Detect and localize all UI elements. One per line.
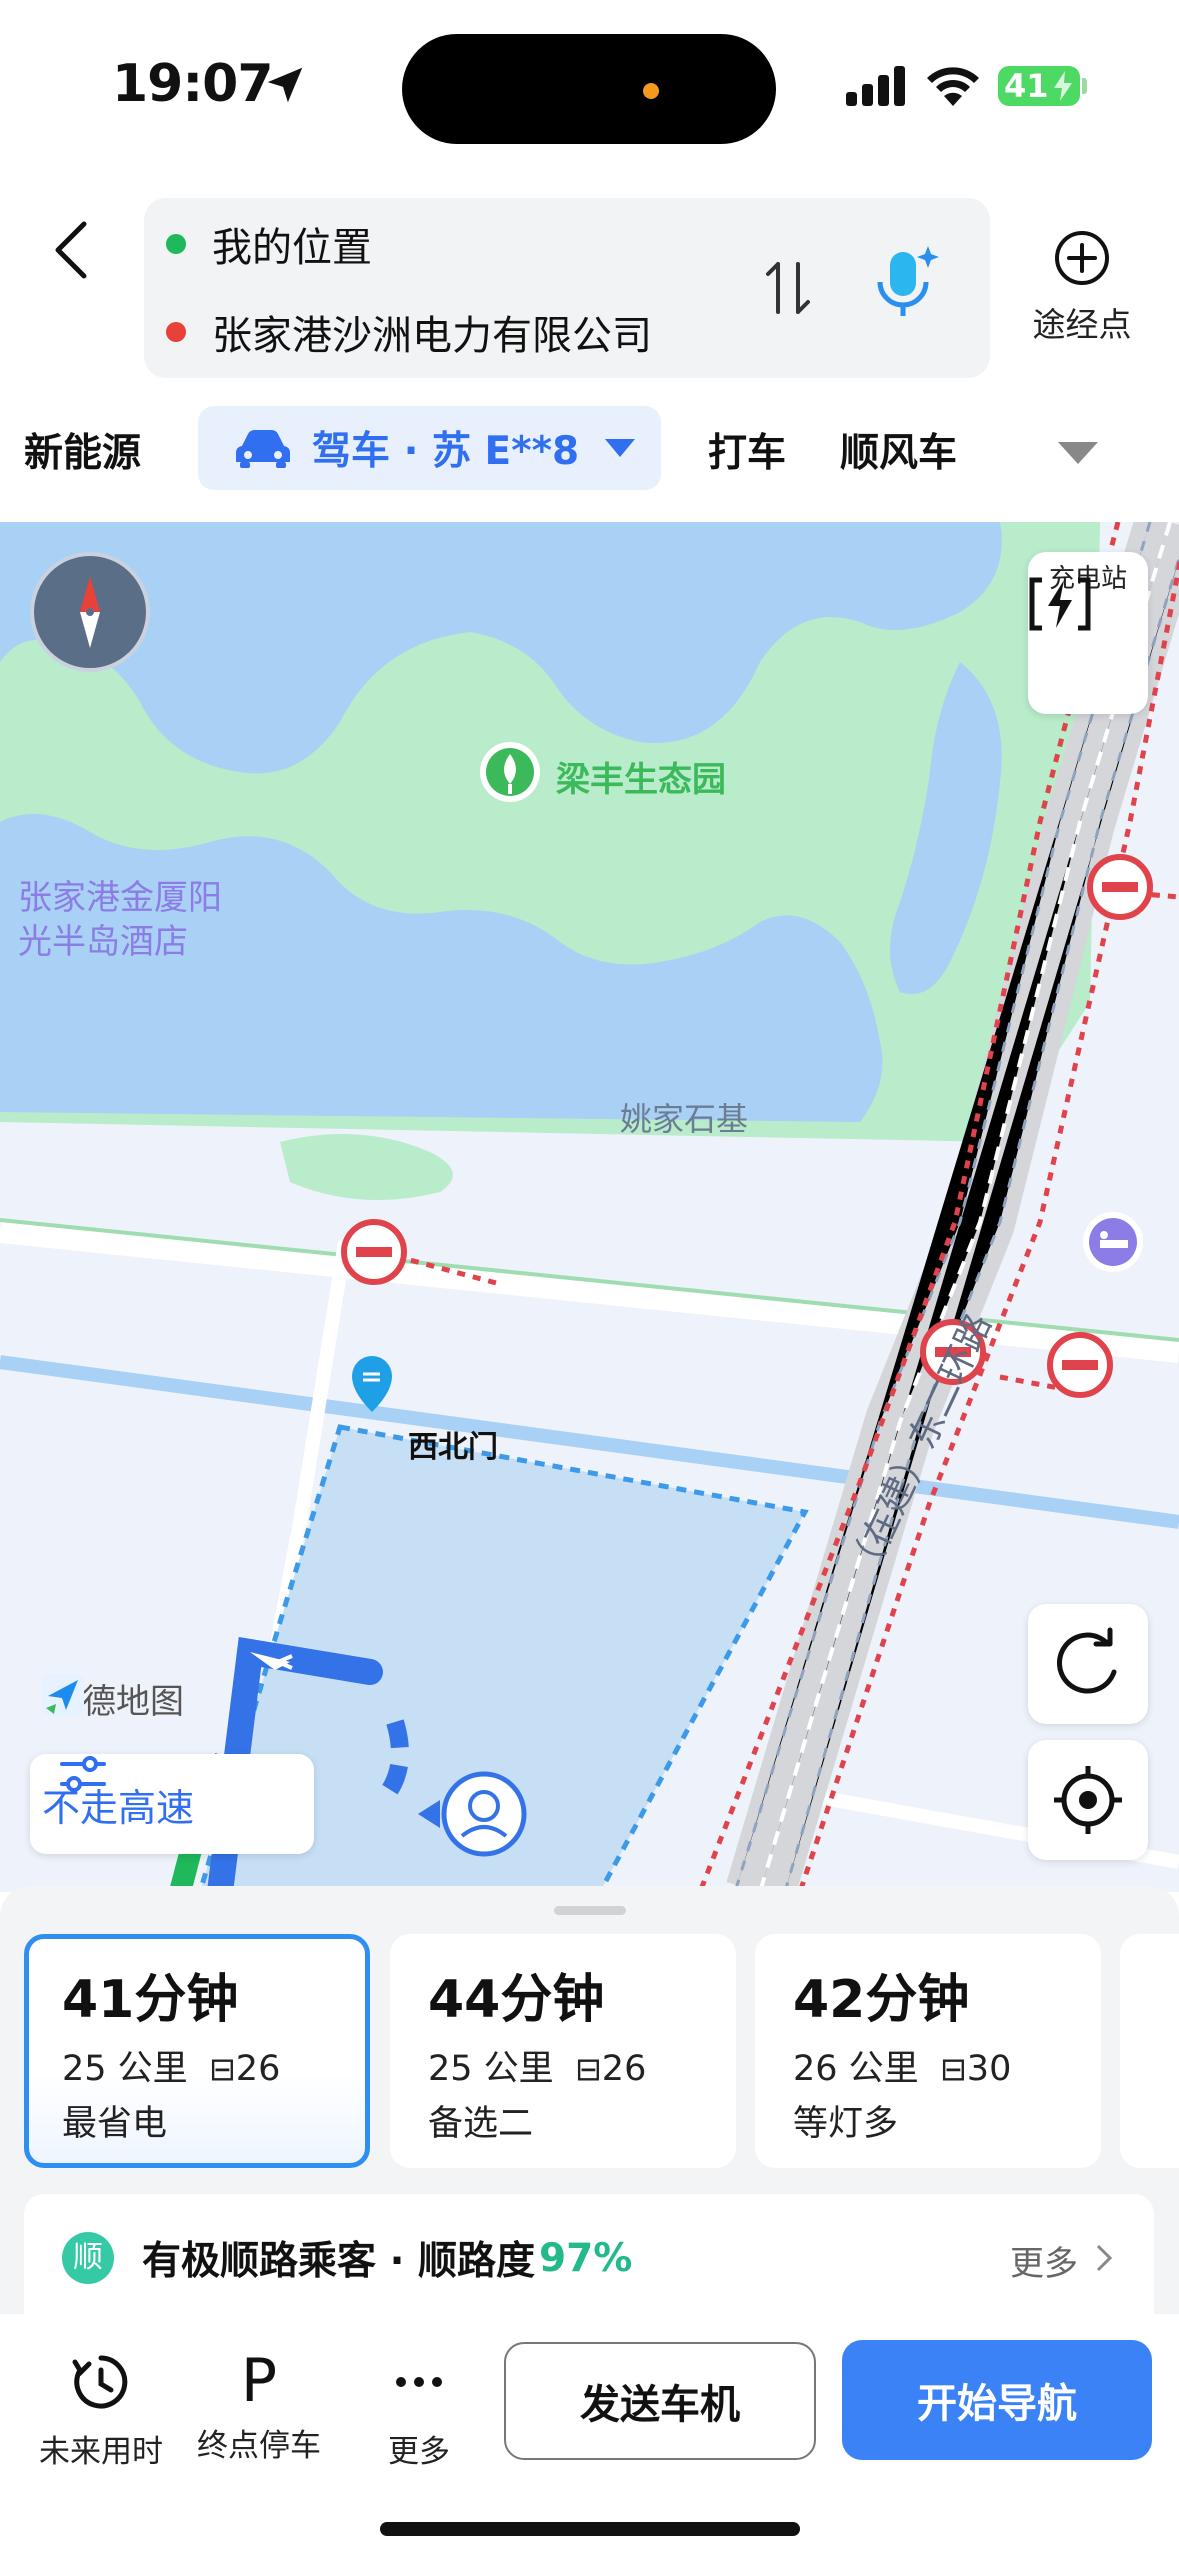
back-icon[interactable] [40,210,110,290]
crosshair-icon [1054,1766,1122,1834]
wifi-icon [927,67,979,106]
route-input-box: 我的位置 张家港沙洲电力有限公司 [144,198,990,378]
carpool-suggestion[interactable]: 顺 有极顺路乘客 · 顺路度 97% 更多 [24,2194,1154,2322]
battery-level: 41 [1004,67,1049,105]
no-entry-icon [1087,854,1153,920]
waypoint-label: 途经点 [1032,305,1132,344]
cellular-signal-icon [846,66,905,106]
carpool-more-link[interactable]: 更多 [1010,2236,1078,2285]
poi-label-hotel-line1[interactable]: 张家港金厦阳 [18,870,222,919]
tab-carpool[interactable]: 顺风车 [840,422,957,478]
locate-me-button[interactable] [1028,1740,1148,1860]
poi-label-park[interactable]: 梁丰生态园 [556,752,726,801]
gate-label[interactable]: 西北门 [408,1422,498,1466]
send-to-car-button[interactable]: 发送车机 [504,2342,816,2460]
place-label-village: 姚家石基 [620,1100,749,1138]
park-poi-icon [480,742,540,802]
clock-icon [72,2355,128,2409]
bottom-action-bar: 未来用时 P 终点停车 更多 发送车机 开始导航 [0,2314,1179,2556]
route-2-time: 44分钟 [428,1970,605,2030]
hotel-poi-icon [1083,1212,1143,1272]
carpool-more-label: 更多 [1010,2244,1078,2284]
traffic-light-icon: ⊟ [564,2050,602,2088]
route-2-distance: 25 公里 [428,2049,554,2089]
no-entry-icon [1047,1332,1113,1398]
route-1-lights: 26 [235,2049,281,2089]
compass-icon[interactable] [30,552,150,672]
carpool-percent: 97% [538,2235,633,2281]
refresh-route-button[interactable] [1028,1604,1148,1724]
no-entry-icon [341,1219,407,1285]
poi-label-hotel-line2[interactable]: 光半岛酒店 [18,914,188,963]
future-time-button[interactable]: 未来用时 [26,2350,176,2471]
carpool-text: 有极顺路乘客 · 顺路度 [142,2239,535,2284]
route-1-meta: 25 公里 ⊟26 [62,2040,365,2091]
home-indicator[interactable] [380,2522,800,2536]
route-3-tag: 等灯多 [793,2104,899,2144]
mode-tabs: 新能源 驾车 · 苏 E**8 打车 顺风车 [0,406,1179,494]
tab-drive-label: 驾车 · 苏 E**8 [312,429,580,474]
add-circle-icon [1055,231,1109,285]
charging-bolt-icon [1054,71,1072,101]
route-1-time: 41分钟 [62,1970,239,2030]
route-1-tag: 最省电 [62,2104,168,2144]
status-time: 19:07 [112,54,274,114]
privacy-dot [643,83,659,99]
more-options-label: 更多 [388,2434,450,2470]
future-time-label: 未来用时 [39,2434,163,2470]
amap-logo: 高德地图 [42,1674,184,1723]
route-3-time: 42分钟 [793,1970,970,2030]
origin-field[interactable]: 我的位置 [144,204,372,284]
refresh-icon [1057,1627,1117,1694]
destination-field[interactable]: 张家港沙洲电力有限公司 [144,292,652,372]
tabs-expand-icon[interactable] [1056,440,1100,466]
route-3-meta: 26 公里 ⊟30 [793,2040,1101,2091]
add-waypoint-button[interactable]: 途经点 [1022,228,1142,346]
location-arrow-icon [267,67,303,103]
origin-dot-icon [166,234,186,254]
battery-indicator: 41 [998,66,1080,106]
voice-assistant-icon[interactable] [866,242,946,332]
route-2-lights: 26 [601,2049,647,2089]
route-card-3[interactable]: 42分钟 26 公里 ⊟30 等灯多 [755,1934,1101,2168]
chevron-right-icon [1096,2244,1113,2272]
swap-icon[interactable] [764,256,812,320]
map-view[interactable]: （在建）东二环路 锦 梁丰生态园 张家港金厦阳 光半岛酒店 姚家石基 西北门 充… [0,522,1179,1892]
start-navigation-button[interactable]: 开始导航 [842,2340,1152,2460]
destination-parking-button[interactable]: P 终点停车 [184,2350,334,2465]
more-options-button[interactable]: 更多 [344,2350,494,2471]
charging-bolt-icon [1029,577,1091,631]
car-icon [236,430,290,468]
sheet-handle[interactable] [554,1906,626,1915]
status-bar: 19:07 41 [0,0,1179,170]
route-card-1[interactable]: 41分钟 25 公里 ⊟26 最省电 [24,1934,370,2168]
tab-new-energy[interactable]: 新能源 [24,422,141,478]
parking-icon: P [240,2346,278,2416]
route-2-tag: 备选二 [428,2104,534,2144]
origin-text: 我的位置 [212,225,372,271]
route-1-distance: 25 公里 [62,2049,188,2089]
carpool-badge-icon: 顺 [62,2232,114,2284]
destination-parking-label: 终点停车 [197,2428,321,2464]
avoid-highway-button[interactable]: 不走高速 [30,1754,314,1854]
route-3-lights: 30 [966,2049,1012,2089]
traffic-light-icon: ⊟ [929,2050,967,2088]
charging-station-button[interactable]: 充电站 [1028,552,1148,714]
battery-cap [1082,78,1087,94]
filter-sliders-icon [60,1756,106,1792]
chevron-down-icon [605,439,636,457]
route-3-distance: 26 公里 [793,2049,919,2089]
route-2-meta: 25 公里 ⊟26 [428,2040,736,2091]
traffic-light-icon: ⊟ [198,2050,236,2088]
tab-drive[interactable]: 驾车 · 苏 E**8 [198,406,661,490]
destination-text: 张家港沙洲电力有限公司 [212,313,652,359]
dynamic-island [402,34,776,144]
route-card-2[interactable]: 44分钟 25 公里 ⊟26 备选二 [390,1934,736,2168]
more-dots-icon [396,2377,442,2387]
destination-dot-icon [166,322,186,342]
route-card-4-partial[interactable] [1120,1934,1179,2168]
amap-logo-icon [42,1674,84,1716]
tab-taxi[interactable]: 打车 [708,422,786,478]
